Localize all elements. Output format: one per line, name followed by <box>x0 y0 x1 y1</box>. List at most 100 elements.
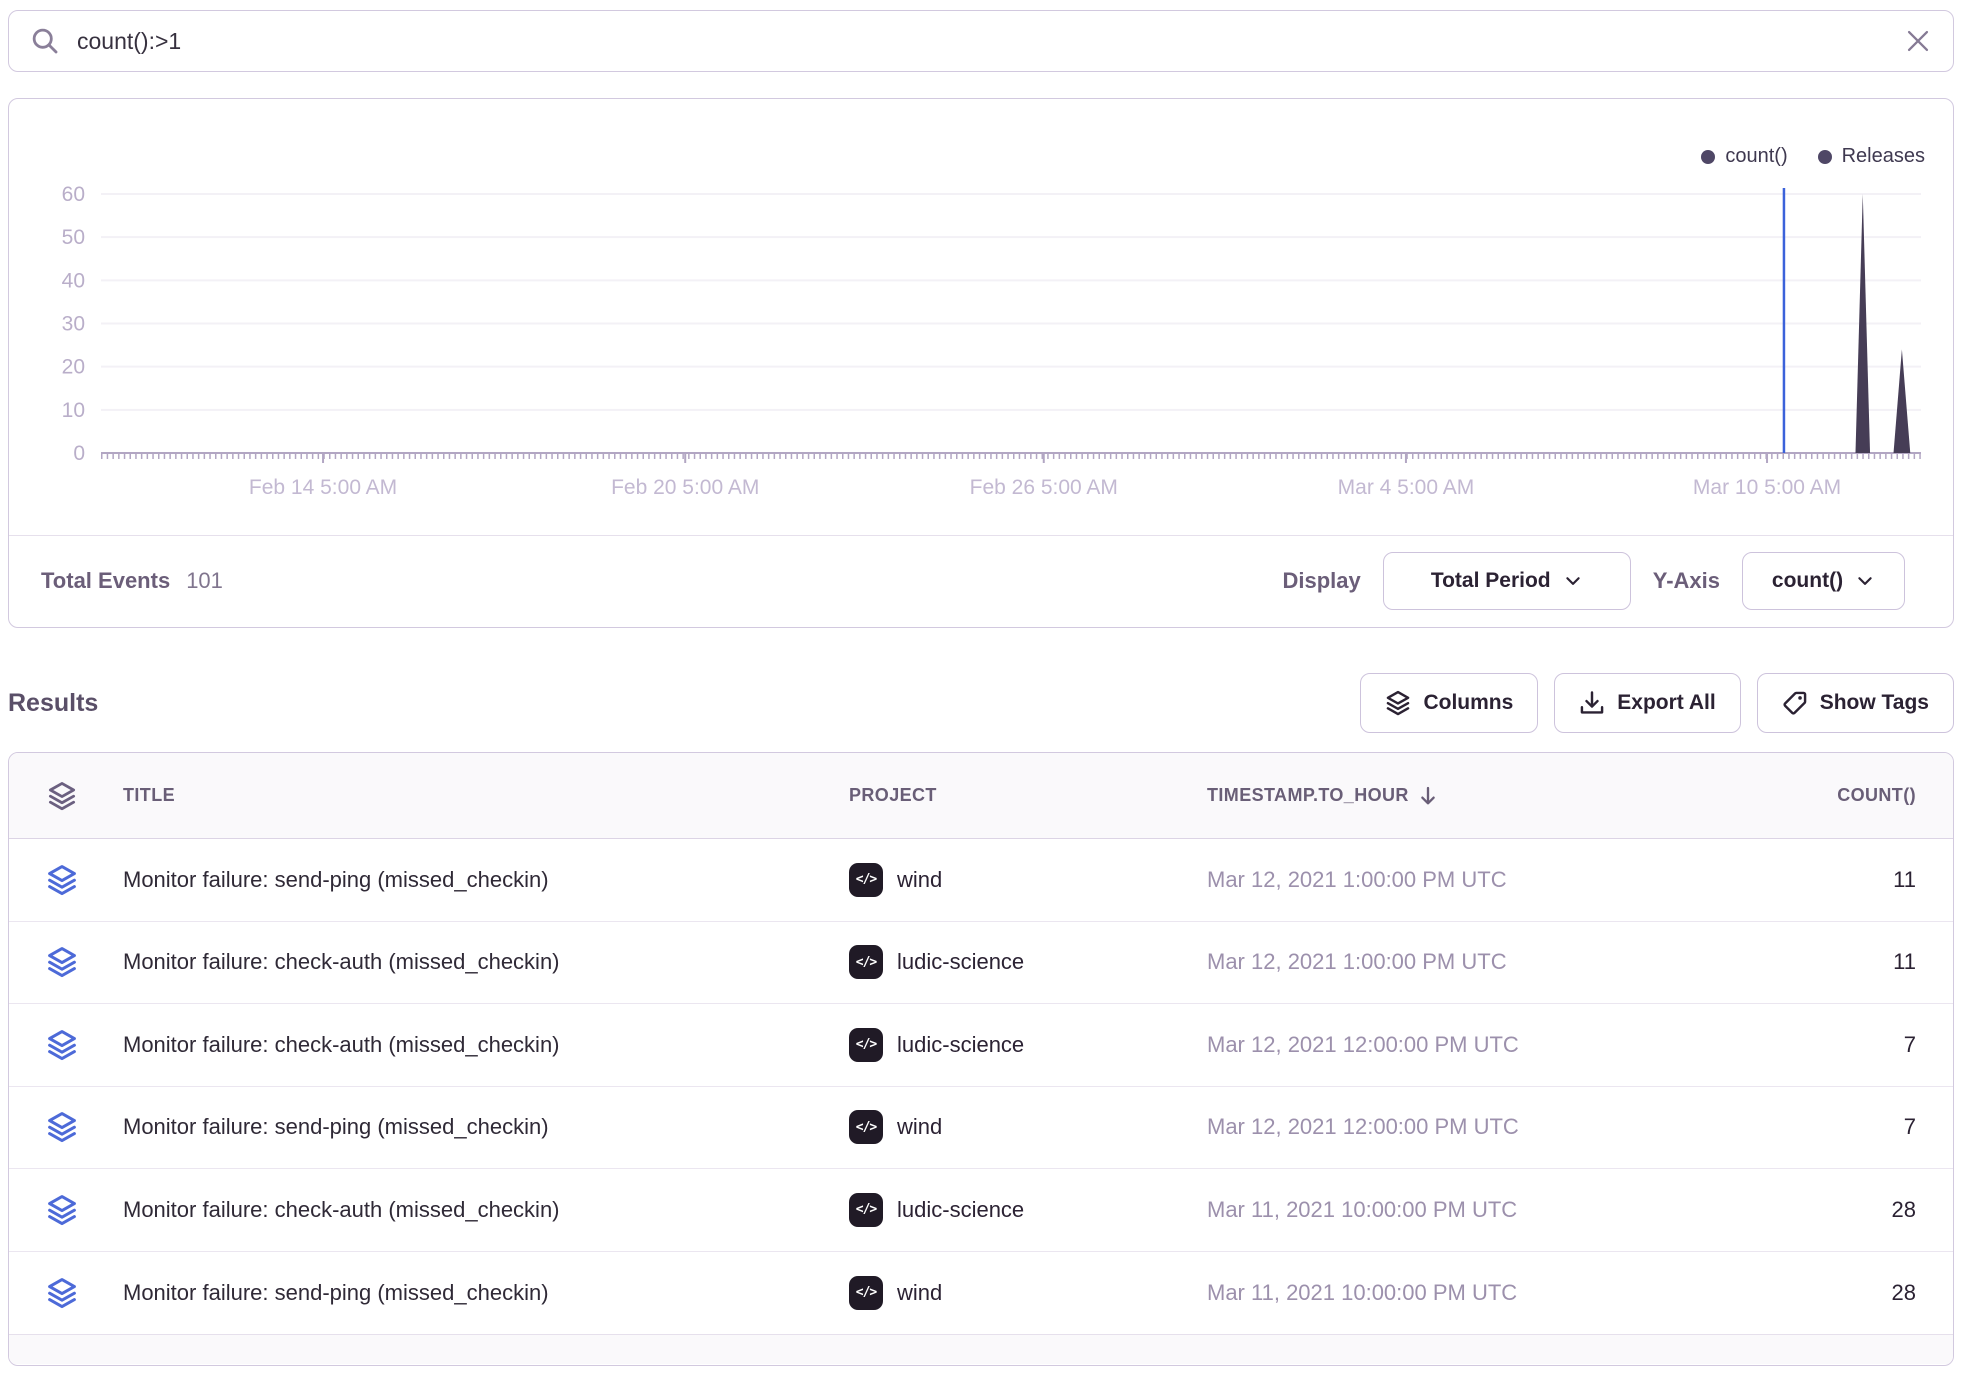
stack-icon[interactable] <box>46 864 78 896</box>
row-project-name: ludic-science <box>897 1197 1024 1223</box>
table-header-icon-cell <box>9 781 115 811</box>
svg-text:30: 30 <box>62 313 85 336</box>
table-row[interactable]: Monitor failure: check-auth (missed_chec… <box>9 922 1953 1005</box>
stack-icon[interactable] <box>46 1111 78 1143</box>
show-tags-button[interactable]: Show Tags <box>1757 673 1954 733</box>
legend-item-releases[interactable]: Releases <box>1818 145 1925 168</box>
column-header-timestamp-label: TIMESTAMP.TO_HOUR <box>1207 785 1409 806</box>
clear-search-icon[interactable] <box>1905 28 1931 54</box>
row-project[interactable]: </> ludic-science <box>849 945 1207 979</box>
table-row[interactable]: Monitor failure: send-ping (missed_check… <box>9 1252 1953 1335</box>
row-icon-cell <box>9 1111 115 1143</box>
export-all-button-label: Export All <box>1617 691 1715 715</box>
total-events-value: 101 <box>186 568 223 594</box>
total-events-label: Total Events <box>41 568 170 594</box>
svg-text:60: 60 <box>62 183 85 206</box>
columns-button-label: Columns <box>1423 691 1513 715</box>
row-title[interactable]: Monitor failure: check-auth (missed_chec… <box>115 1197 849 1223</box>
stack-icon[interactable] <box>46 1194 78 1226</box>
table-row[interactable]: Monitor failure: send-ping (missed_check… <box>9 1087 1953 1170</box>
row-count: 7 <box>1712 1032 1952 1058</box>
row-count: 28 <box>1712 1197 1952 1223</box>
search-bar[interactable]: count():>1 <box>8 10 1954 72</box>
display-dropdown-value: Total Period <box>1431 569 1551 593</box>
row-count: 28 <box>1712 1280 1952 1306</box>
code-icon: </> <box>849 863 883 897</box>
results-table: TITLE PROJECT TIMESTAMP.TO_HOUR COUNT() … <box>8 752 1954 1366</box>
columns-button[interactable]: Columns <box>1360 673 1538 733</box>
row-icon-cell <box>9 1277 115 1309</box>
results-heading: Results <box>8 689 98 718</box>
row-icon-cell <box>9 1029 115 1061</box>
stack-icon[interactable] <box>46 1277 78 1309</box>
sort-desc-arrow-icon <box>1417 785 1439 807</box>
svg-text:Feb 20 5:00 AM: Feb 20 5:00 AM <box>611 476 759 499</box>
column-header-count[interactable]: COUNT() <box>1712 785 1952 806</box>
stack-icon[interactable] <box>46 946 78 978</box>
row-timestamp: Mar 12, 2021 1:00:00 PM UTC <box>1207 949 1712 975</box>
events-chart-card: count() Releases 0102030405060Feb 14 5:0… <box>8 98 1954 628</box>
code-icon: </> <box>849 1276 883 1310</box>
tag-icon <box>1782 690 1808 716</box>
row-title[interactable]: Monitor failure: check-auth (missed_chec… <box>115 949 849 975</box>
layers-icon <box>1385 690 1411 716</box>
table-body: Monitor failure: send-ping (missed_check… <box>9 839 1953 1334</box>
yaxis-dropdown[interactable]: count() <box>1742 552 1905 610</box>
row-count: 11 <box>1712 949 1952 975</box>
row-title[interactable]: Monitor failure: check-auth (missed_chec… <box>115 1032 849 1058</box>
row-project[interactable]: </> wind <box>849 1276 1207 1310</box>
search-query-input[interactable]: count():>1 <box>77 28 1905 55</box>
row-title[interactable]: Monitor failure: send-ping (missed_check… <box>115 867 849 893</box>
row-timestamp: Mar 12, 2021 1:00:00 PM UTC <box>1207 867 1712 893</box>
row-timestamp: Mar 12, 2021 12:00:00 PM UTC <box>1207 1032 1712 1058</box>
row-count: 7 <box>1712 1114 1952 1140</box>
row-project[interactable]: </> ludic-science <box>849 1028 1207 1062</box>
column-header-timestamp[interactable]: TIMESTAMP.TO_HOUR <box>1207 785 1712 807</box>
row-timestamp: Mar 11, 2021 10:00:00 PM UTC <box>1207 1197 1712 1223</box>
total-events: Total Events 101 <box>41 568 223 594</box>
display-dropdown[interactable]: Total Period <box>1383 552 1631 610</box>
column-header-title[interactable]: TITLE <box>115 785 849 806</box>
code-icon: </> <box>849 945 883 979</box>
row-project-name: ludic-science <box>897 949 1024 975</box>
table-row[interactable]: Monitor failure: check-auth (missed_chec… <box>9 1169 1953 1252</box>
download-icon <box>1579 690 1605 716</box>
row-icon-cell <box>9 946 115 978</box>
layers-icon <box>47 781 77 811</box>
row-project[interactable]: </> wind <box>849 863 1207 897</box>
row-timestamp: Mar 12, 2021 12:00:00 PM UTC <box>1207 1114 1712 1140</box>
row-project-name: wind <box>897 1280 942 1306</box>
column-header-project[interactable]: PROJECT <box>849 785 1207 806</box>
chart-legend: count() Releases <box>1701 145 1925 168</box>
row-title[interactable]: Monitor failure: send-ping (missed_check… <box>115 1114 849 1140</box>
row-project[interactable]: </> ludic-science <box>849 1193 1207 1227</box>
row-project-name: ludic-science <box>897 1032 1024 1058</box>
discover-page: count():>1 count() Releases 010203040506… <box>0 0 1962 1374</box>
svg-text:Feb 26 5:00 AM: Feb 26 5:00 AM <box>970 476 1118 499</box>
table-row[interactable]: Monitor failure: check-auth (missed_chec… <box>9 1004 1953 1087</box>
yaxis-dropdown-value: count() <box>1772 569 1843 593</box>
legend-dot-icon <box>1818 150 1832 164</box>
legend-label: Releases <box>1842 145 1925 168</box>
svg-text:0: 0 <box>73 442 85 465</box>
events-over-time-chart[interactable]: 0102030405060Feb 14 5:00 AMFeb 20 5:00 A… <box>9 99 1952 534</box>
table-row[interactable]: Monitor failure: send-ping (missed_check… <box>9 839 1953 922</box>
svg-text:40: 40 <box>62 269 85 292</box>
row-title[interactable]: Monitor failure: send-ping (missed_check… <box>115 1280 849 1306</box>
svg-text:20: 20 <box>62 356 85 379</box>
legend-item-count[interactable]: count() <box>1701 145 1787 168</box>
code-icon: </> <box>849 1028 883 1062</box>
row-project[interactable]: </> wind <box>849 1110 1207 1144</box>
row-count: 11 <box>1712 867 1952 893</box>
legend-label: count() <box>1725 145 1787 168</box>
stack-icon[interactable] <box>46 1029 78 1061</box>
svg-text:Feb 14 5:00 AM: Feb 14 5:00 AM <box>249 476 397 499</box>
chart-controls: Display Total Period Y-Axis count() <box>1282 552 1905 610</box>
row-timestamp: Mar 11, 2021 10:00:00 PM UTC <box>1207 1280 1712 1306</box>
results-header: Results Columns Export All <box>8 672 1954 734</box>
search-icon <box>31 27 59 55</box>
svg-text:50: 50 <box>62 226 85 249</box>
results-buttons: Columns Export All Show Tags <box>1360 673 1954 733</box>
code-icon: </> <box>849 1110 883 1144</box>
export-all-button[interactable]: Export All <box>1554 673 1740 733</box>
